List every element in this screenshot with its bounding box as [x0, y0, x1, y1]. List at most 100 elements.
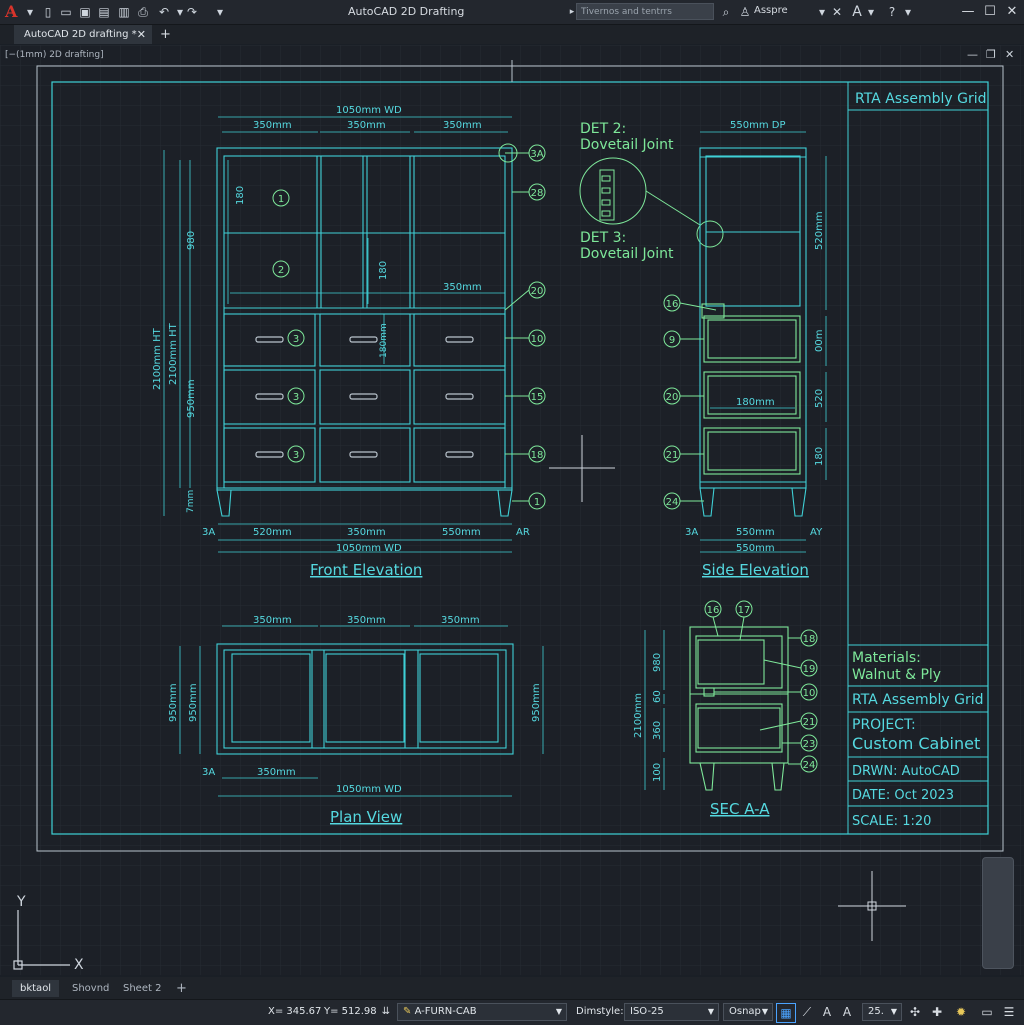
viewport-restore-button[interactable]: ❐ — [986, 48, 996, 61]
drawing-canvas[interactable]: RTA Assembly Grid Materials: Walnut & Pl… — [0, 45, 1024, 975]
side-dim-180: 180 — [814, 447, 825, 466]
side-dim-bottom1: 550mm — [736, 527, 775, 538]
date: DATE: Oct 2023 — [852, 788, 954, 803]
sec-callout-10: 10 — [803, 688, 816, 699]
redo-icon[interactable]: ↷ — [184, 4, 200, 20]
layer-value: A-FURN-CAB — [414, 1006, 477, 1017]
sec-callout-18: 18 — [803, 634, 816, 645]
open-folder-icon[interactable]: ▭ — [58, 4, 74, 20]
user-name[interactable]: Asspre — [754, 5, 788, 16]
sec-dim-60: 60 — [652, 690, 663, 703]
title-block-header: RTA Assembly Grid — [855, 91, 987, 107]
layer-dropdown[interactable]: ✎ A-FURN-CAB ▼ — [397, 1003, 567, 1021]
tab-layout1[interactable]: Shovnd — [64, 980, 117, 997]
tab-model[interactable]: bktaol — [12, 980, 60, 997]
status-bar: X= 345.67 Y= 512.98 ⇊ ✎ A-FURN-CAB ▼ Dims… — [0, 999, 1024, 1025]
plan-dim-1: 350mm — [253, 615, 292, 626]
sec-callout-17: 17 — [738, 605, 751, 616]
help-icon[interactable]: ? — [884, 4, 900, 20]
document-tab[interactable]: AutoCAD 2D drafting * ✕ — [14, 25, 152, 44]
a360-dropdown-icon[interactable]: ▾ — [863, 4, 879, 20]
dimstyle-dropdown[interactable]: ISO-25 ▼ — [624, 1003, 719, 1021]
annomonitor-icon[interactable]: ✚ — [928, 1003, 946, 1021]
viewport-label[interactable]: [−(1mm) 2D drafting] — [5, 50, 104, 60]
sec-dim-100: 100 — [652, 763, 663, 782]
app-title: AutoCAD 2D Drafting — [348, 5, 465, 18]
front-dim-bottom-1: 520mm — [253, 527, 292, 538]
tab-sheet2[interactable]: Sheet 2 — [115, 980, 169, 997]
side-callout-24: 24 — [666, 497, 679, 508]
annotation-icon[interactable]: A — [818, 1003, 836, 1021]
clean-screen-icon[interactable]: ▭ — [978, 1003, 996, 1021]
callout-3c-drawer: 3 — [293, 450, 299, 461]
det3-title: DET 3: — [580, 230, 626, 246]
chevron-down-icon: ▼ — [707, 1007, 714, 1016]
plan-dim-3a: 3A — [202, 767, 215, 778]
add-layout-button[interactable]: + — [168, 980, 195, 997]
grid-toggle-icon[interactable]: ▦ — [776, 1003, 796, 1023]
layer-icon: ✎ — [403, 1006, 415, 1017]
save-icon[interactable]: ▣ — [77, 4, 93, 20]
section-label: SEC A-A — [710, 800, 770, 818]
minimize-button[interactable]: — — [958, 2, 978, 22]
front-dim-bottom-3: 550mm — [442, 527, 481, 538]
publish-icon[interactable]: ▥ — [116, 4, 132, 20]
coord-x: X= 345.67 — [268, 1006, 322, 1017]
dimstyle-value: ISO-25 — [630, 1006, 664, 1017]
layer-props-icon[interactable]: ⇊ — [377, 1003, 395, 1021]
front-elevation-label: Front Elevation — [310, 561, 422, 579]
callout-2: 2 — [278, 265, 284, 276]
front-dim-bottom-2: 350mm — [347, 527, 386, 538]
viewport-close-button[interactable]: ✕ — [1005, 48, 1014, 61]
sec-dim-360: 360 — [652, 721, 663, 740]
new-file-icon[interactable]: ▯ — [40, 4, 56, 20]
callout-20: 20 — [531, 286, 544, 297]
osnap-value: Osnap — [729, 1006, 761, 1017]
plan-dim-2: 350mm — [347, 615, 386, 626]
polar-icon[interactable]: ⟋ — [798, 1003, 816, 1021]
close-tab-icon[interactable]: ✕ — [137, 25, 146, 44]
side-dim-ay: AY — [810, 527, 823, 538]
search-input[interactable]: Tivernos and tentrrs — [576, 3, 714, 20]
plan-dim-950a: 950mm — [168, 683, 179, 722]
exchange-icon[interactable]: ✕ — [829, 4, 845, 20]
sec-dim-980: 980 — [652, 653, 663, 672]
customization-icon[interactable]: ☰ — [1000, 1003, 1018, 1021]
osnap-dropdown[interactable]: Osnap ▼ — [723, 1003, 773, 1021]
annotation-scale-dropdown[interactable]: 25. ▼ — [862, 1003, 902, 1021]
settings-gear-icon[interactable]: ✹ — [952, 1003, 970, 1021]
title-bar: A ▾ ▯ ▭ ▣ ▤ ▥ ⎙ ↶ ▾ ↷ ▾ AutoCAD 2D Draft… — [0, 0, 1024, 25]
help-dropdown-icon[interactable]: ▾ — [900, 4, 916, 20]
undo-icon[interactable]: ↶ — [156, 4, 172, 20]
workspace-icon[interactable]: ✣ — [906, 1003, 924, 1021]
materials-value: Walnut & Ply — [852, 667, 941, 683]
customize-icon[interactable]: ▾ — [212, 4, 228, 20]
callout-1b: 1 — [534, 497, 540, 508]
annotation-scale-value: 25. — [868, 1006, 884, 1017]
front-dim-lower: 950mm — [186, 379, 197, 418]
binoculars-icon[interactable]: ⌕ — [718, 4, 734, 20]
save-as-icon[interactable]: ▤ — [96, 4, 112, 20]
drawing-viewport[interactable]: RTA Assembly Grid Materials: Walnut & Pl… — [0, 45, 1024, 975]
viewport-minimize-button[interactable]: — — [967, 48, 978, 61]
navigation-bar[interactable] — [982, 857, 1014, 969]
menu-chevron-icon[interactable]: ▾ — [22, 4, 38, 20]
front-dim-shelf: 180 — [235, 186, 246, 205]
annotation-visibility-icon[interactable]: A — [838, 1003, 856, 1021]
plan-dim-350mm: 350mm — [257, 767, 296, 778]
ucs-y-label: Y — [16, 894, 26, 910]
app-logo[interactable]: A — [5, 2, 17, 21]
maximize-button[interactable]: ☐ — [980, 2, 1000, 22]
dimstyle-label: Dimstyle: — [576, 1006, 624, 1017]
callout-28: 28 — [531, 188, 544, 199]
print-icon[interactable]: ⎙ — [135, 4, 151, 20]
front-dim-height-outer: 2100mm HT — [152, 327, 163, 390]
side-dim-top: 550mm DP — [730, 120, 785, 131]
user-icon[interactable]: ♙ — [737, 4, 753, 20]
front-dim-overall-top: 1050mm WD — [336, 105, 402, 116]
callout-3a-drawer: 3 — [293, 334, 299, 345]
new-tab-button[interactable]: + — [160, 25, 171, 44]
close-button[interactable]: ✕ — [1002, 2, 1022, 22]
sec-callout-19: 19 — [803, 664, 816, 675]
dropdown-icon[interactable]: ▾ — [814, 4, 830, 20]
